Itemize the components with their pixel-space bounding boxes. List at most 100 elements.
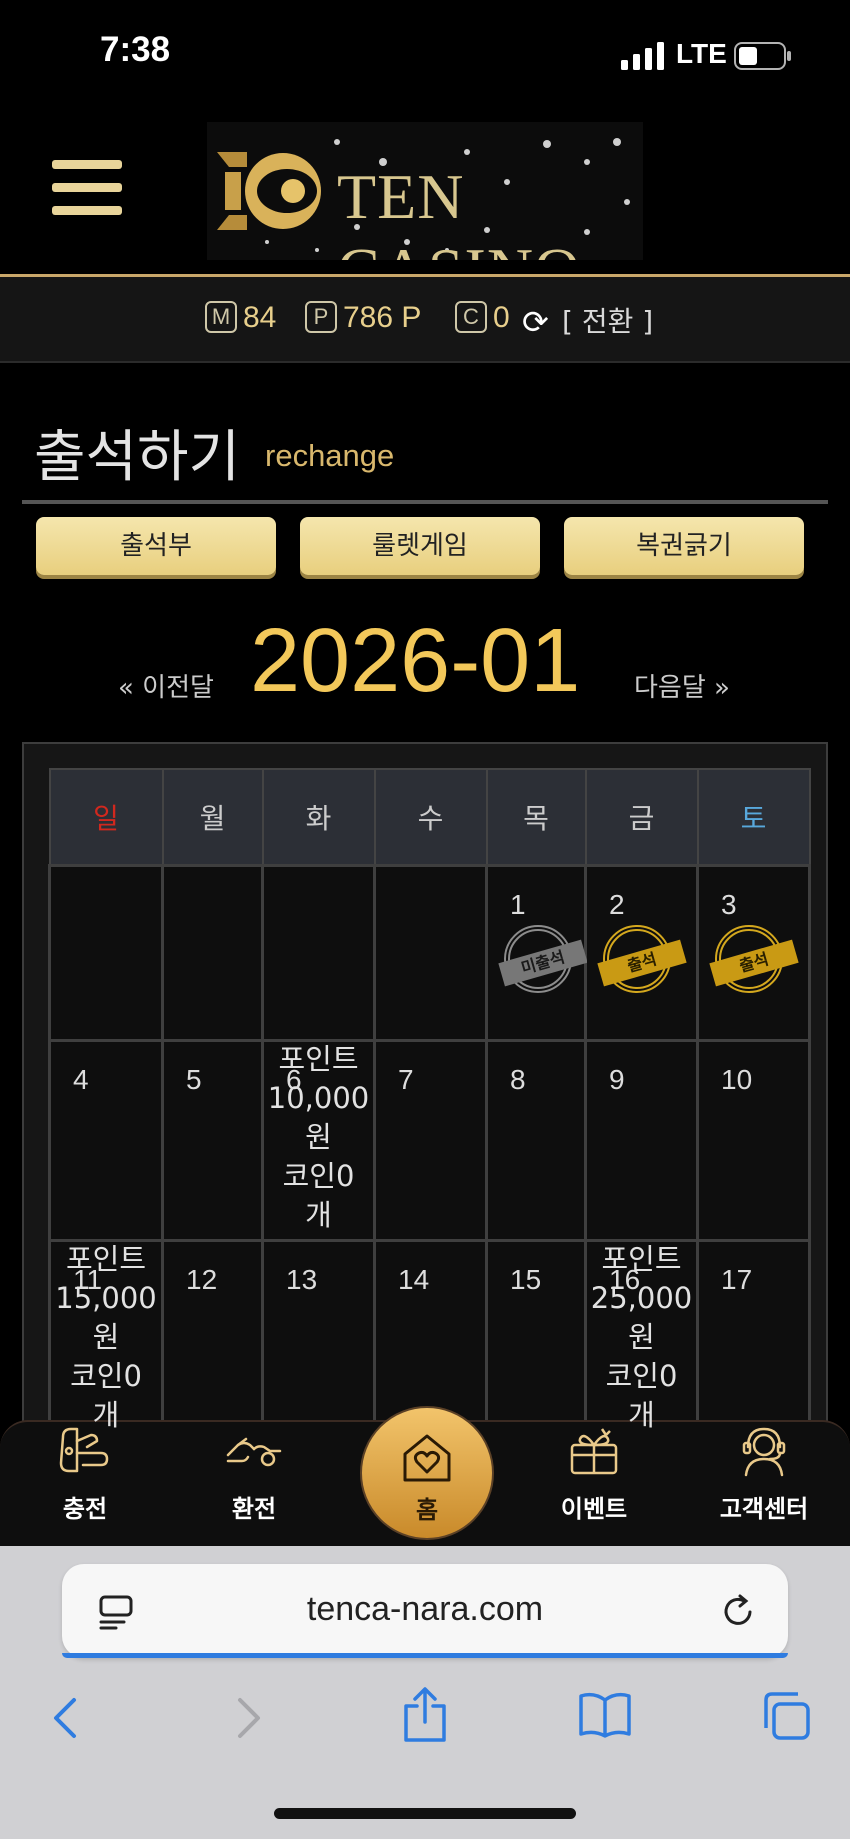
note-line: 10,000	[267, 1081, 370, 1115]
calendar-cell[interactable]: 13	[261, 1239, 376, 1440]
stamp-label: 출석	[597, 939, 687, 987]
present-stamp-icon: 출석	[709, 925, 799, 993]
forward-icon[interactable]	[228, 1694, 268, 1742]
weekday-header-row: 일 월 화 수 목 금 토	[48, 768, 811, 867]
note-line: 25,000	[590, 1281, 693, 1315]
day-number: 17	[721, 1264, 753, 1295]
calendar-cell-empty	[161, 864, 264, 1042]
reload-icon[interactable]	[720, 1592, 758, 1630]
home-indicator	[274, 1808, 576, 1819]
weekday-mon: 월	[161, 768, 264, 867]
weekday-fri: 금	[584, 768, 699, 867]
next-month-link[interactable]: 다음달 »	[634, 667, 730, 704]
tabs-icon[interactable]	[760, 1690, 812, 1742]
money-balance: M 84	[205, 301, 276, 335]
reward-note: 포인트 25,000 원 코인0 개	[577, 1240, 706, 1435]
menu-bar-icon	[52, 183, 122, 192]
day-number: 13	[286, 1264, 318, 1295]
absent-stamp-icon: 미출석	[498, 925, 588, 993]
calendar-cell[interactable]: 9	[584, 1039, 699, 1242]
prev-month-link[interactable]: « 이전달	[118, 667, 214, 704]
calendar-cell-empty	[48, 864, 164, 1042]
page-subtitle: rechange	[265, 438, 395, 473]
calendar-cell[interactable]: 12	[161, 1239, 264, 1440]
note-line: 코인0	[70, 1359, 142, 1393]
nav-support[interactable]: 고객센터	[704, 1425, 824, 1524]
money-value: 84	[243, 301, 277, 334]
nav-event[interactable]: 이벤트	[534, 1425, 654, 1524]
nav-charge[interactable]: 충전	[25, 1425, 145, 1524]
point-icon: P	[305, 301, 337, 333]
day-number: 15	[510, 1264, 542, 1295]
calendar-cell[interactable]: 11 포인트 15,000 원 코인0 개	[48, 1239, 164, 1440]
calendar-cell[interactable]: 2 출석	[584, 864, 699, 1042]
site-logo[interactable]: TEN CASINO	[207, 122, 643, 260]
note-line: 원	[305, 1120, 332, 1154]
bookmarks-icon[interactable]	[578, 1690, 632, 1740]
calendar-cell-empty	[261, 864, 376, 1042]
calendar-cell[interactable]: 3 출석	[696, 864, 811, 1042]
day-number: 1	[510, 889, 526, 920]
calendar-cell[interactable]: 4	[48, 1039, 164, 1242]
logo-text: TEN CASINO	[337, 161, 580, 260]
status-time: 7:38	[100, 30, 171, 69]
calendar-cell[interactable]: 6 포인트 10,000 원 코인0 개	[261, 1039, 376, 1242]
note-line: 코인0	[282, 1159, 355, 1193]
note-line: 개	[92, 1398, 120, 1432]
coin-value: 0	[493, 301, 510, 334]
calendar-cell[interactable]: 17	[696, 1239, 811, 1440]
day-number: 7	[398, 1064, 414, 1095]
nav-exchange[interactable]: 환전	[194, 1425, 314, 1524]
hamburger-menu-button[interactable]	[52, 160, 122, 220]
calendar-cell[interactable]: 16 포인트 25,000 원 코인0 개	[584, 1239, 699, 1440]
title-divider	[22, 500, 828, 504]
calendar-cell-empty	[373, 864, 488, 1042]
coin-balance: C0	[455, 301, 510, 335]
signal-icon	[621, 42, 664, 70]
refresh-icon[interactable]: ⟳	[522, 303, 549, 341]
day-number: 10	[721, 1064, 753, 1095]
balance-bar: M 84 P 786 P C0	[0, 277, 850, 363]
day-number: 14	[398, 1264, 430, 1295]
note-line: 개	[628, 1398, 655, 1432]
menu-bar-icon	[52, 206, 122, 215]
home-heart-icon	[403, 1434, 451, 1482]
note-line: 15,000	[55, 1281, 157, 1315]
tab-lottery[interactable]: 복권긁기	[564, 517, 804, 575]
day-number: 3	[721, 889, 737, 920]
tab-attendance[interactable]: 출석부	[36, 517, 276, 575]
calendar-cell[interactable]: 5	[161, 1039, 264, 1242]
note-line: 포인트	[278, 1042, 359, 1076]
present-stamp-icon: 출석	[597, 925, 687, 993]
weekday-sun: 일	[48, 768, 164, 867]
stamp-label: 출석	[709, 939, 799, 987]
calendar-cell[interactable]: 15	[485, 1239, 587, 1440]
note-line: 원	[92, 1320, 120, 1354]
current-month: 2026-01	[250, 611, 581, 711]
headset-icon	[742, 1427, 786, 1477]
nav-charge-label: 충전	[62, 1495, 108, 1523]
page-menu-icon[interactable]	[98, 1594, 134, 1630]
url-text[interactable]: tenca-nara.com	[200, 1590, 650, 1629]
reward-note: 포인트 15,000 원 코인0 개	[41, 1240, 171, 1435]
day-number: 4	[73, 1064, 89, 1095]
nav-home-button[interactable]: 홈	[360, 1406, 494, 1540]
reward-note: 포인트 10,000 원 코인0 개	[254, 1040, 383, 1235]
stamp-label: 미출석	[498, 939, 588, 987]
calendar-cell[interactable]: 1 미출석	[485, 864, 588, 1042]
calendar-cell[interactable]: 8	[485, 1039, 587, 1242]
tab-roulette[interactable]: 룰렛게임	[300, 517, 540, 575]
note-line: 개	[305, 1198, 332, 1232]
money-icon: M	[205, 301, 237, 333]
calendar-week-row: 4 5 6 포인트 10,000 원 코인0 개 7 8 9 10	[48, 1039, 811, 1242]
share-icon[interactable]	[400, 1686, 450, 1744]
calendar-cell[interactable]: 7	[373, 1039, 488, 1242]
exchange-icon	[226, 1437, 282, 1467]
calendar-grid: 일 월 화 수 목 금 토 1 미출석 2 출석 3 출석 4 5 6 포인트 …	[48, 768, 811, 1440]
note-line: 포인트	[601, 1242, 682, 1276]
calendar-cell[interactable]: 10	[696, 1039, 811, 1242]
weekday-tue: 화	[261, 768, 376, 867]
switch-button[interactable]: [ 전환 ]	[562, 300, 653, 340]
loading-progress	[62, 1653, 788, 1658]
back-icon[interactable]	[46, 1694, 86, 1742]
